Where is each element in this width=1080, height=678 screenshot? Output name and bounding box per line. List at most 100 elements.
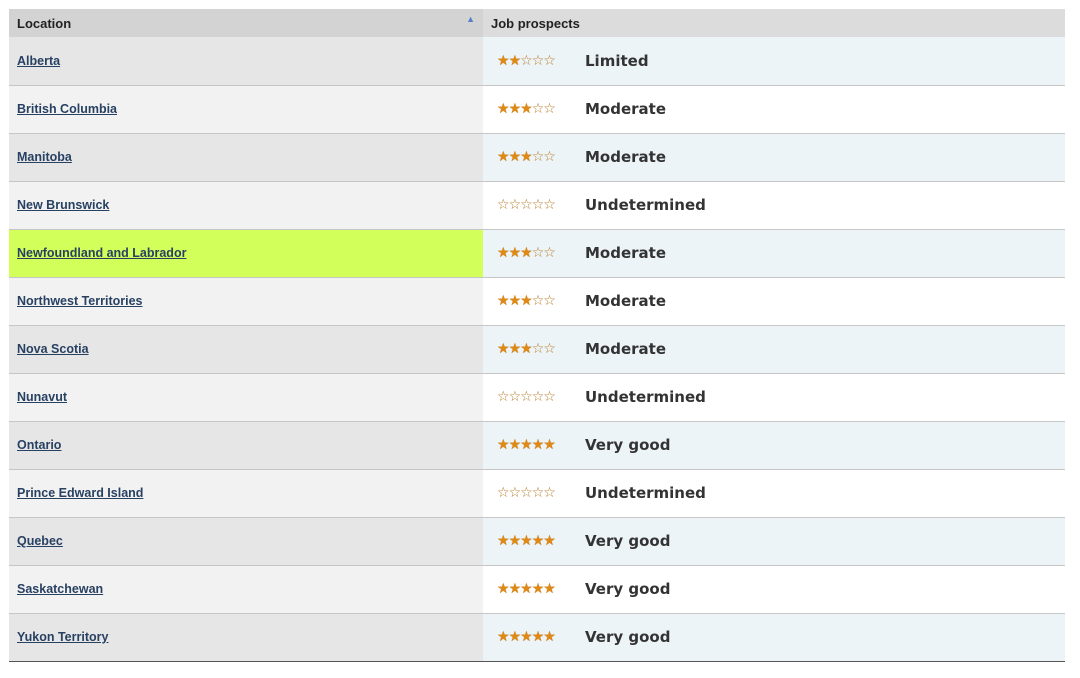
star-filled-icon: ★ [497,340,510,357]
column-header-location[interactable]: Location ▲ [9,9,483,37]
location-link[interactable]: Alberta [17,54,60,68]
star-filled-icon: ★ [531,580,545,597]
star-filled-icon: ★ [531,532,545,549]
location-cell: Newfoundland and Labrador [9,229,483,278]
star-filled-icon: ★ [520,580,533,597]
star-filled-icon: ★ [508,340,522,357]
star-filled-icon: ★ [497,100,510,117]
job-prospects-label: Limited [585,51,649,70]
star-empty-icon: ☆ [543,340,556,357]
star-filled-icon: ★ [520,436,533,453]
job-prospects-label: Undetermined [585,195,706,214]
table-row: New Brunswick ☆☆☆☆☆ Undetermined [9,181,1065,230]
star-filled-icon: ★ [497,580,510,597]
star-filled-icon: ★ [520,148,533,165]
column-header-job-prospects-label: Job prospects [491,15,580,31]
location-link[interactable]: Newfoundland and Labrador [17,246,186,260]
location-link[interactable]: Northwest Territories [17,294,143,308]
star-filled-icon: ★ [520,532,533,549]
location-link[interactable]: Quebec [17,534,63,548]
star-filled-icon: ★ [508,292,522,309]
star-rating: ☆☆☆☆☆ [497,390,567,404]
table-body: Alberta ★★☆☆☆ Limited British Columbia ★★★☆☆… [9,37,1065,662]
location-link[interactable]: Nunavut [17,390,67,404]
table-row: Alberta ★★☆☆☆ Limited [9,37,1065,86]
job-prospects-cell: ☆☆☆☆☆ Undetermined [483,181,1065,230]
location-cell: Northwest Territories [9,277,483,326]
job-prospects-label: Very good [585,579,671,598]
star-filled-icon: ★ [520,292,533,309]
star-filled-icon: ★ [543,436,556,453]
star-filled-icon: ★ [497,436,510,453]
job-prospects-cell: ★★★☆☆ Moderate [483,277,1065,326]
star-empty-icon: ☆ [497,388,510,405]
table-row: Northwest Territories ★★★☆☆ Moderate [9,277,1065,326]
job-prospects-cell: ★★★☆☆ Moderate [483,229,1065,278]
table-row: Newfoundland and Labrador ★★★☆☆ Moderate [9,229,1065,278]
star-rating: ★★☆☆☆ [497,54,567,68]
location-cell: Nova Scotia [9,325,483,374]
job-prospects-table: Location ▲ Job prospects Alberta ★★☆☆☆ Lim… [9,9,1065,662]
location-cell: Prince Edward Island [9,469,483,518]
table-row: Quebec ★★★★★ Very good [9,517,1065,566]
star-empty-icon: ☆ [531,484,545,501]
star-empty-icon: ☆ [531,196,545,213]
location-link[interactable]: New Brunswick [17,198,109,212]
star-filled-icon: ★ [508,628,522,645]
location-cell: Yukon Territory [9,613,483,662]
star-empty-icon: ☆ [531,100,545,117]
star-rating: ★★★★★ [497,630,567,644]
location-link[interactable]: Manitoba [17,150,72,164]
star-filled-icon: ★ [508,100,522,117]
star-filled-icon: ★ [531,628,545,645]
location-link[interactable]: Ontario [17,438,61,452]
sort-ascending-icon[interactable]: ▲ [466,14,475,24]
star-rating: ☆☆☆☆☆ [497,198,567,212]
job-prospects-label: Moderate [585,339,667,358]
star-filled-icon: ★ [497,244,510,261]
table-row: Nova Scotia ★★★☆☆ Moderate [9,325,1065,374]
location-link[interactable]: Nova Scotia [17,342,89,356]
star-filled-icon: ★ [543,580,556,597]
job-prospects-cell: ★★★★★ Very good [483,517,1065,566]
location-cell: Ontario [9,421,483,470]
star-filled-icon: ★ [508,148,522,165]
table-row: Saskatchewan ★★★★★ Very good [9,565,1065,614]
star-empty-icon: ☆ [508,196,522,213]
star-empty-icon: ☆ [543,52,556,69]
job-prospects-cell: ☆☆☆☆☆ Undetermined [483,469,1065,518]
job-prospects-cell: ★★★☆☆ Moderate [483,325,1065,374]
job-prospects-label: Moderate [585,243,667,262]
location-cell: Nunavut [9,373,483,422]
location-link[interactable]: Prince Edward Island [17,486,143,500]
star-rating: ★★★☆☆ [497,342,567,356]
star-filled-icon: ★ [543,532,556,549]
location-cell: Quebec [9,517,483,566]
location-cell: British Columbia [9,85,483,134]
star-rating: ☆☆☆☆☆ [497,486,567,500]
star-filled-icon: ★ [497,52,510,69]
location-cell: Saskatchewan [9,565,483,614]
star-rating: ★★★☆☆ [497,246,567,260]
column-header-location-label: Location [17,15,72,31]
location-link[interactable]: British Columbia [17,102,117,116]
star-empty-icon: ☆ [520,196,533,213]
star-filled-icon: ★ [497,628,510,645]
job-prospects-cell: ★★★☆☆ Moderate [483,133,1065,182]
location-link[interactable]: Saskatchewan [17,582,103,596]
star-empty-icon: ☆ [543,196,556,213]
column-header-job-prospects[interactable]: Job prospects [483,9,1065,37]
star-empty-icon: ☆ [531,52,545,69]
star-filled-icon: ★ [531,436,545,453]
star-empty-icon: ☆ [543,244,556,261]
star-empty-icon: ☆ [508,484,522,501]
star-empty-icon: ☆ [508,388,522,405]
star-filled-icon: ★ [508,244,522,261]
star-filled-icon: ★ [520,100,533,117]
job-prospects-cell: ★★☆☆☆ Limited [483,37,1065,86]
table-row: Prince Edward Island ☆☆☆☆☆ Undetermined [9,469,1065,518]
table-row: British Columbia ★★★☆☆ Moderate [9,85,1065,134]
location-link[interactable]: Yukon Territory [17,630,108,644]
star-empty-icon: ☆ [531,292,545,309]
table-row: Nunavut ☆☆☆☆☆ Undetermined [9,373,1065,422]
